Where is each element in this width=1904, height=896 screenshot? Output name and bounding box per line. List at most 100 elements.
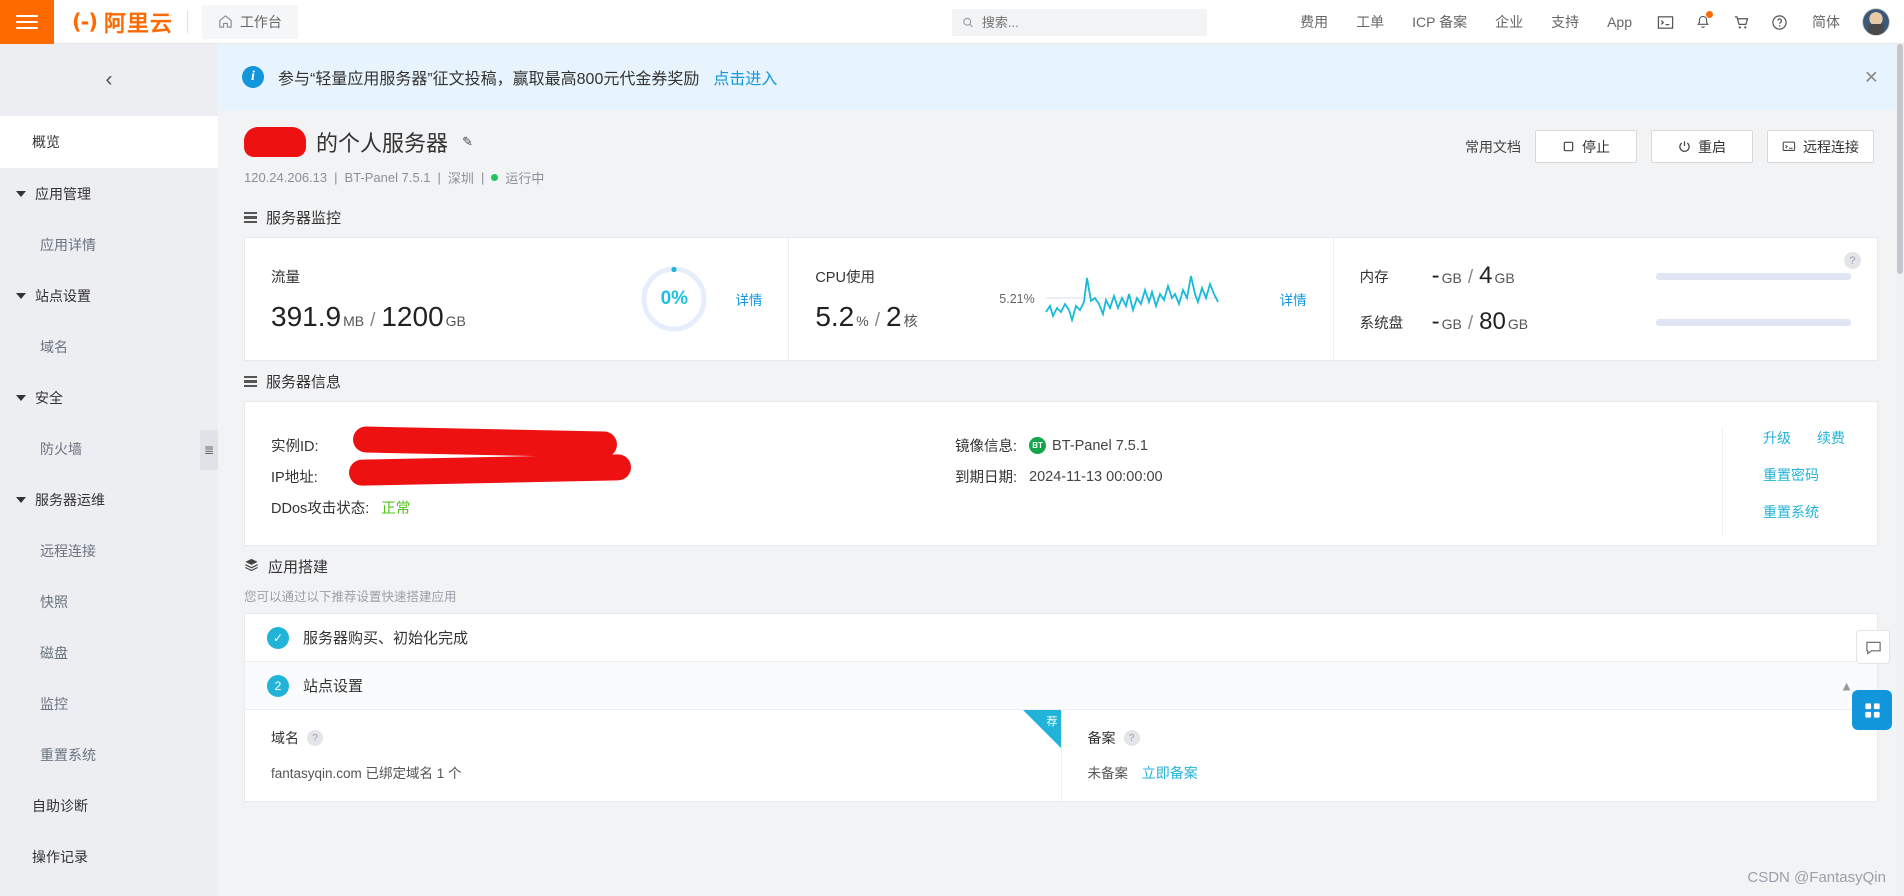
chevron-left-icon[interactable]: ‹ [92, 63, 126, 97]
help-circle-icon[interactable]: ? [1843, 252, 1861, 269]
hamburger-menu-icon[interactable] [0, 0, 54, 44]
terminal-icon[interactable] [1646, 0, 1684, 44]
sidebar-item-snapshot[interactable]: 快照 [0, 576, 218, 627]
monitor-section-title: 服务器监控 [266, 210, 342, 227]
memory-progress-bar [1655, 272, 1851, 280]
sidebar-item-overview[interactable]: 概览 [0, 116, 218, 168]
stop-button[interactable]: 停止 [1535, 130, 1637, 163]
chevron-up-icon[interactable]: ▲ [1840, 678, 1853, 693]
reset-system-link[interactable]: 重置系统 [1763, 502, 1819, 522]
help-circle-icon[interactable]: ? [1123, 730, 1140, 746]
power-icon [1679, 141, 1690, 152]
edit-pencil-icon[interactable]: ✎ [458, 133, 477, 152]
sidebar-item-firewall[interactable]: 防火墙 [0, 423, 218, 474]
user-avatar[interactable] [1862, 8, 1890, 36]
image-info-label: 镜像信息: [955, 439, 1018, 455]
brand-logo[interactable]: (-) 阿里云 [72, 6, 173, 38]
sidebar-item-monitor[interactable]: 监控 [0, 678, 218, 729]
sidebar-group-security[interactable]: 安全 [0, 372, 218, 423]
disk-used: - [1431, 308, 1440, 335]
top-navigation-bar: (-) 阿里云 工作台 费用 工单 ICP 备案 企业 支持 App [0, 0, 1904, 44]
domain-panel-label: 域名 [271, 730, 299, 746]
layers-icon [244, 557, 259, 576]
chat-icon[interactable] [1856, 630, 1890, 664]
common-docs-link[interactable]: 常用文档 [1465, 137, 1521, 157]
global-search[interactable] [952, 9, 1207, 36]
renew-link[interactable]: 续费 [1817, 428, 1845, 448]
info-icon: i [242, 66, 264, 88]
bell-icon[interactable] [1684, 0, 1722, 44]
nav-link-app[interactable]: App [1593, 14, 1646, 30]
meta-sep: | [334, 170, 338, 185]
restart-button[interactable]: 重启 [1651, 130, 1753, 163]
nav-link-support[interactable]: 支持 [1537, 12, 1593, 32]
sidebar-item-app-detail[interactable]: 应用详情 [0, 219, 218, 270]
promo-banner: i 参与“轻量应用服务器”征文投稿，赢取最高800元代金券奖励 点击进入 × [218, 44, 1904, 110]
cpu-cell: CPU使用 5.2 % / 2 核 5.21% 详情 [788, 238, 1332, 360]
setup-step-1[interactable]: ✓ 服务器购买、初始化完成 [245, 614, 1877, 662]
icp-register-link[interactable]: 立即备案 [1142, 765, 1198, 781]
nav-link-enterprise[interactable]: 企业 [1481, 12, 1537, 32]
grid-apps-icon[interactable] [1852, 690, 1892, 730]
redacted-name-block [244, 127, 306, 157]
slash: / [370, 309, 376, 331]
help-icon[interactable] [1760, 0, 1798, 44]
app-setup-section-header: 应用搭建 [218, 546, 1904, 586]
setup-step-2[interactable]: 2 站点设置 ▲ [245, 662, 1877, 710]
workbench-button[interactable]: 工作台 [201, 4, 298, 39]
expiry-date-row: 到期日期: 2024-11-13 00:00:00 [955, 461, 1555, 492]
sidebar-item-operation-log[interactable]: 操作记录 [0, 831, 218, 882]
sidebar-toggle-handle[interactable]: ≣ [200, 430, 218, 470]
help-circle-icon[interactable]: ? [307, 730, 323, 746]
sidebar-group-app-management[interactable]: 应用管理 [0, 168, 218, 219]
meta-image: BT-Panel 7.5.1 [344, 170, 431, 185]
disk-used-unit: GB [1441, 316, 1462, 332]
status-badge: 运行中 [505, 171, 545, 186]
banner-link[interactable]: 点击进入 [713, 65, 777, 89]
header-actions: 常用文档 停止 重启 远程连接 [1465, 130, 1874, 163]
nav-link-ticket[interactable]: 工单 [1342, 12, 1398, 32]
remote-connect-button[interactable]: 远程连接 [1767, 130, 1874, 163]
scrollbar-thumb[interactable] [1897, 44, 1903, 274]
memory-row: 内存 - GB / 4 GB [1360, 262, 1851, 290]
cpu-detail-link[interactable]: 详情 [1280, 293, 1307, 308]
memory-used-unit: GB [1441, 270, 1462, 286]
memory-label: 内存 [1359, 269, 1389, 286]
traffic-total: 1200 [381, 300, 444, 332]
server-meta: 120.24.206.13 | BT-Panel 7.5.1 | 深圳 | 运行… [244, 168, 1878, 187]
caret-down-icon [16, 394, 26, 401]
sidebar-collapse-row: ‹ [0, 44, 218, 116]
traffic-percent: 0% [660, 288, 689, 309]
meta-sep: | [437, 170, 441, 185]
close-icon[interactable]: × [1865, 65, 1878, 89]
language-switcher[interactable]: 简体 [1798, 12, 1854, 32]
cart-icon[interactable] [1722, 0, 1760, 44]
sidebar-group-server-ops[interactable]: 服务器运维 [0, 474, 218, 525]
cpu-sparkline-wrap: 5.21% [965, 268, 1254, 330]
upgrade-link[interactable]: 升级 [1763, 428, 1791, 448]
reset-password-link[interactable]: 重置密码 [1763, 465, 1819, 485]
sidebar-item-self-diagnosis[interactable]: 自助诊断 [0, 780, 218, 831]
step-done-icon: ✓ [267, 626, 289, 649]
nav-link-icp[interactable]: ICP 备案 [1398, 12, 1481, 32]
traffic-detail-link[interactable]: 详情 [735, 293, 762, 308]
nav-link-fee[interactable]: 费用 [1286, 12, 1342, 32]
app-root: (-) 阿里云 工作台 费用 工单 ICP 备案 企业 支持 App [0, 0, 1904, 896]
setup-panels: 荐 域名 ? fantasyqin.com 已绑定域名 1 个 备案 ? 未备案 [245, 710, 1877, 801]
step-number-badge: 2 [267, 674, 289, 697]
stop-icon [1563, 141, 1574, 152]
page-title: 的个人服务器 [316, 131, 449, 156]
memory-used: - [1431, 262, 1440, 289]
sidebar-group-site-settings[interactable]: 站点设置 [0, 270, 218, 321]
icp-panel-body: 未备案 立即备案 [1088, 762, 1852, 783]
search-input[interactable] [981, 15, 1197, 30]
sidebar-item-reset-system[interactable]: 重置系统 [0, 729, 218, 780]
remote-desktop-icon [1782, 141, 1796, 151]
sidebar-item-disk[interactable]: 磁盘 [0, 627, 218, 678]
domain-panel: 荐 域名 ? fantasyqin.com 已绑定域名 1 个 [245, 710, 1061, 801]
sidebar-item-domain[interactable]: 域名 [0, 321, 218, 372]
instance-id-label: 实例ID: [271, 439, 319, 455]
disk-row: 系统盘 - GB / 80 GB [1360, 308, 1851, 336]
sidebar-item-remote-connect[interactable]: 远程连接 [0, 525, 218, 576]
page-scrollbar[interactable] [1896, 44, 1904, 896]
